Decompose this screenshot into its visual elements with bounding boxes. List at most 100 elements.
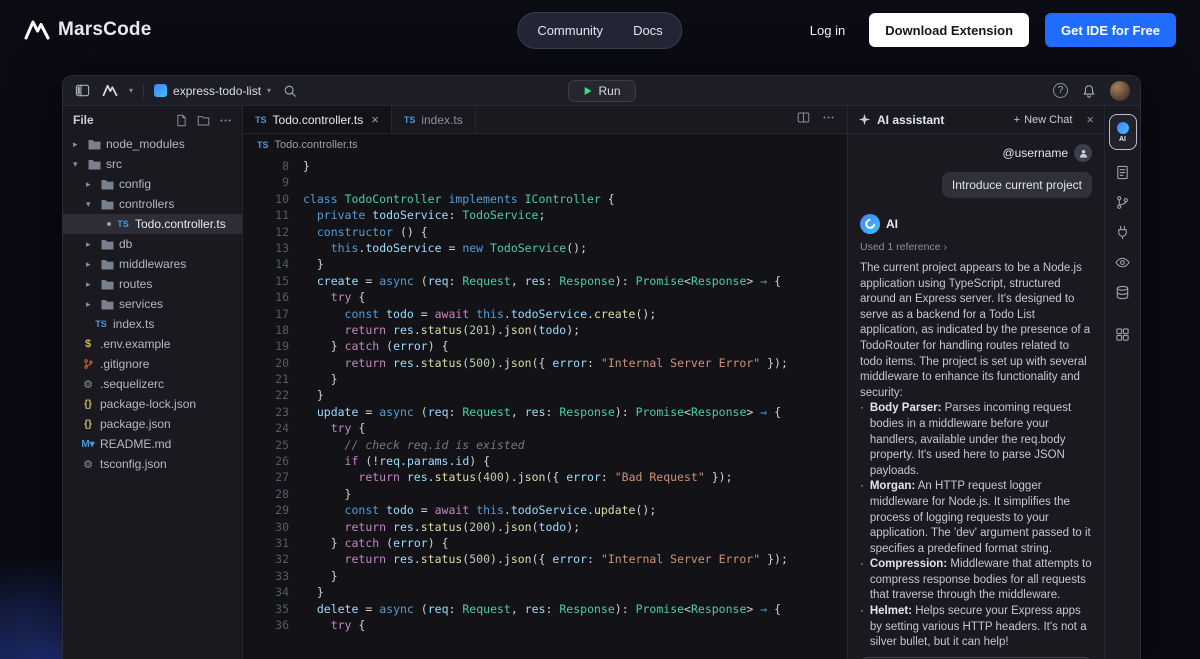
new-file-icon[interactable] <box>175 114 188 127</box>
code-line[interactable]: 25 // check req.id is existed <box>243 437 847 453</box>
code-line[interactable]: 36 try { <box>243 617 847 633</box>
line-number: 28 <box>243 486 289 502</box>
line-number: 17 <box>243 306 289 322</box>
sidebar-toggle-icon[interactable] <box>73 82 91 100</box>
line-number: 20 <box>243 355 289 371</box>
code-line[interactable]: 29 const todo = await this.todoService.u… <box>243 502 847 518</box>
file-tree-item-db[interactable]: ▸db <box>63 234 242 254</box>
rail-item-source-control-icon[interactable] <box>1115 195 1130 210</box>
code-line[interactable]: 15 create = async (req: Request, res: Re… <box>243 273 847 289</box>
file-tree-item-package-lock-json[interactable]: {}package-lock.json <box>63 394 242 414</box>
code-line[interactable]: 18 return res.status(201).json(todo); <box>243 322 847 338</box>
editor-tab-index-ts[interactable]: TSindex.ts <box>392 106 476 133</box>
chevron-right-icon: ▸ <box>86 259 95 270</box>
ts-icon: TS <box>255 115 267 125</box>
code-line[interactable]: 35 delete = async (req: Request, res: Re… <box>243 601 847 617</box>
code-line[interactable]: 13 this.todoService = new TodoService(); <box>243 240 847 256</box>
line-number: 18 <box>243 322 289 338</box>
notifications-bell-icon[interactable] <box>1080 82 1098 100</box>
code-line[interactable]: 34 } <box>243 584 847 600</box>
close-icon[interactable]: × <box>371 112 379 127</box>
breadcrumb[interactable]: TS Todo.controller.ts <box>243 134 847 156</box>
file-tree-item-routes[interactable]: ▸routes <box>63 274 242 294</box>
code-line[interactable]: 22 } <box>243 387 847 403</box>
brand-logo-link[interactable]: MarsCode <box>24 19 151 41</box>
search-icon[interactable] <box>281 82 299 100</box>
code-line[interactable]: 12 constructor () { <box>243 224 847 240</box>
rail-item-remote-icon[interactable] <box>1115 225 1130 240</box>
new-folder-icon[interactable] <box>197 114 210 127</box>
code-line[interactable]: 28 } <box>243 486 847 502</box>
new-chat-button[interactable]: + New Chat <box>1014 114 1073 126</box>
file-tree-item-middlewares[interactable]: ▸middlewares <box>63 254 242 274</box>
help-icon[interactable]: ? <box>1053 83 1068 98</box>
rail-item-extensions-icon[interactable] <box>1115 327 1130 342</box>
code-line[interactable]: 9 <box>243 174 847 190</box>
more-icon[interactable] <box>822 111 835 129</box>
nav-link-docs[interactable]: Docs <box>618 16 678 45</box>
ai-name: AI <box>886 217 898 231</box>
file-tree-item-gitignore[interactable]: .gitignore <box>63 354 242 374</box>
file-tree-item-node-modules[interactable]: ▸node_modules <box>63 134 242 154</box>
line-number: 30 <box>243 519 289 535</box>
code-line[interactable]: 20 return res.status(500).json({ error: … <box>243 355 847 371</box>
code-line[interactable]: 11 private todoService: TodoService; <box>243 207 847 223</box>
file-tree-item-env-example[interactable]: $.env.example <box>63 334 242 354</box>
code-line[interactable]: 26 if (!req.params.id) { <box>243 453 847 469</box>
ai-panel-title: AI assistant <box>877 113 944 127</box>
close-icon[interactable]: × <box>1086 112 1094 127</box>
code-line[interactable]: 31 } catch (error) { <box>243 535 847 551</box>
file-tree-item-controllers[interactable]: ▾controllers <box>63 194 242 214</box>
file-tree-item-services[interactable]: ▸services <box>63 294 242 314</box>
run-button[interactable]: Run <box>567 80 635 102</box>
rail-item-ai-assistant-icon[interactable]: AI <box>1109 114 1137 150</box>
code-line[interactable]: 24 try { <box>243 420 847 436</box>
file-tree-item-readme-md[interactable]: M▾README.md <box>63 434 242 454</box>
explorer-title: File <box>73 113 94 127</box>
code-line[interactable]: 23 update = async (req: Request, res: Re… <box>243 404 847 420</box>
login-link[interactable]: Log in <box>802 17 853 44</box>
file-tree-item-package-json[interactable]: {}package.json <box>63 414 242 434</box>
user-avatar[interactable] <box>1110 81 1130 101</box>
code-line[interactable]: 8} <box>243 158 847 174</box>
code-line[interactable]: 10class TodoController implements IContr… <box>243 191 847 207</box>
code-line[interactable]: 17 const todo = await this.todoService.c… <box>243 306 847 322</box>
explorer-header: File <box>63 106 242 134</box>
code-editor: TSTodo.controller.ts×TSindex.ts TS Todo.… <box>243 106 847 659</box>
rail-item-preview-icon[interactable] <box>1115 255 1130 270</box>
ai-response-intro: The current project appears to be a Node… <box>860 261 1092 401</box>
file-tree-item-tsconfig-json[interactable]: ⚙tsconfig.json <box>63 454 242 474</box>
file-tree-item-config[interactable]: ▸config <box>63 174 242 194</box>
marscode-menu-icon[interactable] <box>101 82 119 100</box>
code-line[interactable]: 30 return res.status(200).json(todo); <box>243 519 847 535</box>
file-tree-item-todo-controller-ts[interactable]: TSTodo.controller.ts <box>63 214 242 234</box>
reference-toggle[interactable]: Used 1 reference › <box>860 241 1092 253</box>
line-number: 19 <box>243 338 289 354</box>
folder-icon <box>100 259 114 270</box>
rail-item-guide-icon[interactable] <box>1115 165 1130 180</box>
line-number: 25 <box>243 437 289 453</box>
code-area[interactable]: 8}910class TodoController implements ICo… <box>243 156 847 659</box>
file-tree-item-src[interactable]: ▾src <box>63 154 242 174</box>
get-ide-button[interactable]: Get IDE for Free <box>1045 13 1176 47</box>
file-tree-item-index-ts[interactable]: TSindex.ts <box>63 314 242 334</box>
code-line[interactable]: 21 } <box>243 371 847 387</box>
code-line[interactable]: 32 return res.status(500).json({ error: … <box>243 551 847 567</box>
code-line[interactable]: 33 } <box>243 568 847 584</box>
more-icon[interactable] <box>219 114 232 127</box>
nav-link-community[interactable]: Community <box>522 16 618 45</box>
chat-user-avatar <box>1074 144 1092 162</box>
rail-item-database-icon[interactable] <box>1115 285 1130 300</box>
code-line[interactable]: 14 } <box>243 256 847 272</box>
ai-avatar <box>860 214 880 234</box>
download-extension-button[interactable]: Download Extension <box>869 13 1029 47</box>
line-number: 23 <box>243 404 289 420</box>
editor-tab-todo-controller-ts[interactable]: TSTodo.controller.ts× <box>243 106 392 133</box>
code-line[interactable]: 27 return res.status(400).json({ error: … <box>243 469 847 485</box>
code-line[interactable]: 19 } catch (error) { <box>243 338 847 354</box>
code-line[interactable]: 16 try { <box>243 289 847 305</box>
file-tree-item-sequelizerc[interactable]: ⚙.sequelizerc <box>63 374 242 394</box>
split-editor-icon[interactable] <box>797 111 810 129</box>
project-selector[interactable]: express-todo-list ▾ <box>154 84 271 98</box>
line-number: 13 <box>243 240 289 256</box>
